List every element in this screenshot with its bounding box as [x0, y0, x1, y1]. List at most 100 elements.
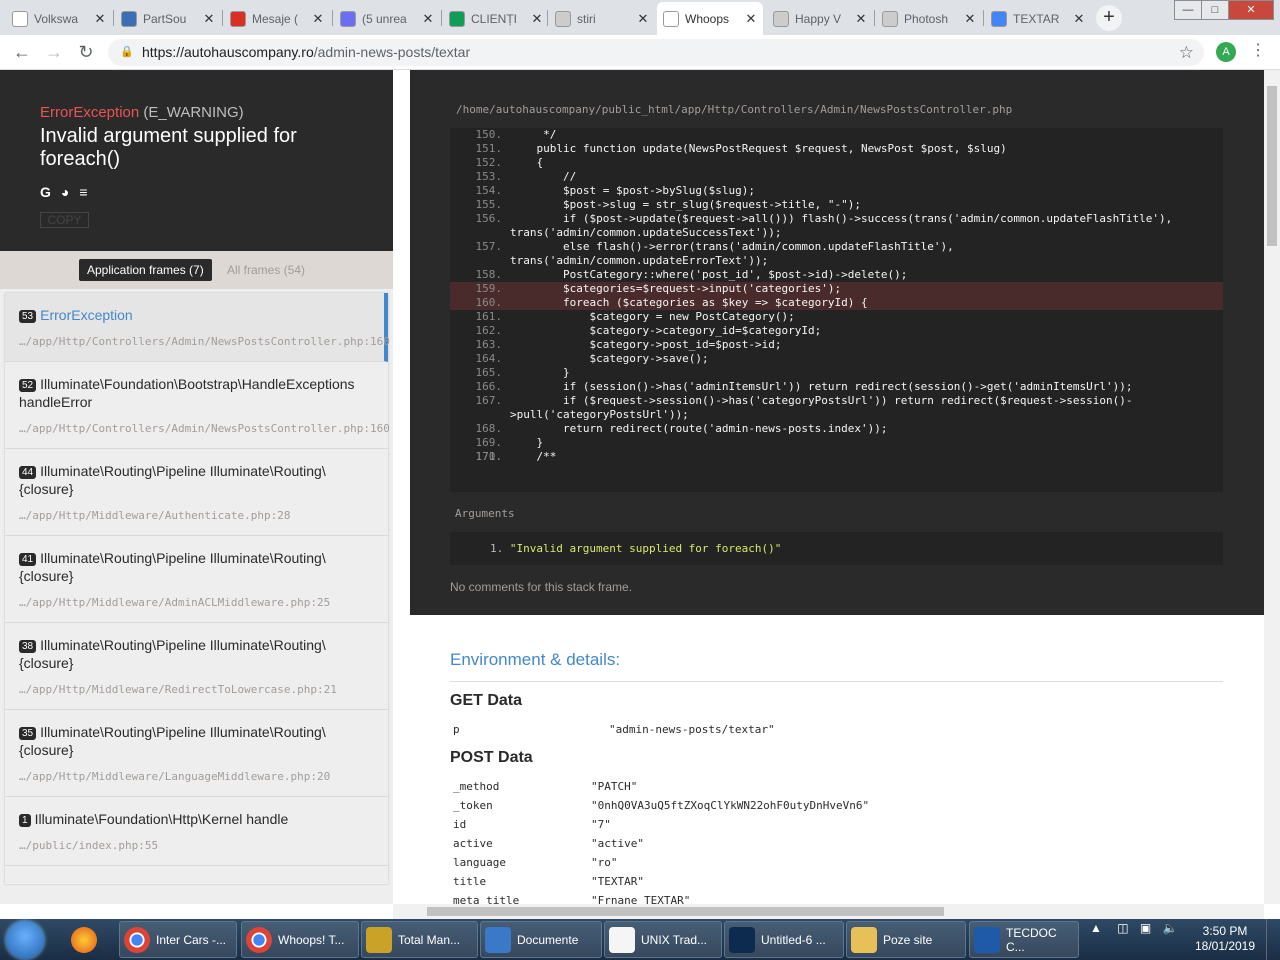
- vertical-scrollbar[interactable]: [1264, 70, 1280, 904]
- close-tab-icon[interactable]: ✕: [1071, 11, 1087, 27]
- start-button[interactable]: [6, 921, 44, 959]
- close-tab-icon[interactable]: ✕: [92, 11, 108, 27]
- network-icon[interactable]: ◫: [1117, 921, 1128, 935]
- tab-3[interactable]: (5 unrea ✕: [334, 2, 440, 35]
- taskbar-item[interactable]: UNIX Trad...: [604, 921, 722, 958]
- tab-4[interactable]: CLIENȚI ✕: [443, 2, 549, 35]
- stack-frame[interactable]: 53 ErrorException …/app/Http/Controllers/A…: [5, 293, 390, 362]
- close-tab-icon[interactable]: ✕: [962, 11, 978, 27]
- google-search-icon[interactable]: G: [40, 184, 51, 200]
- new-tab-button[interactable]: +: [1096, 5, 1122, 31]
- vw-icon: [12, 10, 28, 27]
- line-text: $categories=$request->input('categories'…: [510, 282, 842, 295]
- action-center-icon[interactable]: ▣: [1140, 921, 1151, 935]
- stack-frame[interactable]: 35 Illuminate\Routing\Pipeline Illuminate…: [5, 710, 388, 797]
- taskbar-item[interactable]: Documente: [480, 921, 602, 958]
- close-tab-icon[interactable]: ✕: [635, 11, 651, 27]
- close-tab-icon[interactable]: ✕: [529, 11, 545, 27]
- horizontal-scroll-thumb[interactable]: [427, 907, 944, 916]
- tab-separator: [113, 10, 114, 26]
- line-text: $category->save();: [510, 352, 709, 365]
- menu-icon[interactable]: ⋮: [1250, 40, 1266, 60]
- line-number: 152.: [475, 156, 503, 169]
- reload-icon[interactable]: ↻: [74, 40, 98, 64]
- maximize-button[interactable]: □: [1201, 0, 1229, 20]
- taskbar-clock[interactable]: 3:50 PM 18/01/2019: [1192, 924, 1258, 954]
- tab-0[interactable]: Volkswa ✕: [6, 2, 112, 35]
- stackoverflow-icon[interactable]: ≡: [79, 184, 87, 200]
- all-frames-filter[interactable]: All frames (54): [227, 259, 305, 281]
- taskbar-item[interactable]: TECDOC C...: [969, 921, 1079, 958]
- windows-taskbar: Inter Cars -... Whoops! T... Total Man... D…: [0, 919, 1280, 960]
- forward-icon[interactable]: →: [42, 40, 66, 64]
- taskbar-label: Total Man...: [398, 932, 461, 947]
- env-value: "7": [591, 818, 611, 831]
- firefox-pinned[interactable]: [66, 921, 110, 958]
- tab-5[interactable]: stiri ✕: [549, 2, 655, 35]
- taskbar-item[interactable]: Inter Cars -...: [119, 921, 237, 958]
- tab-8[interactable]: Photosh ✕: [876, 2, 982, 35]
- show-desktop-button[interactable]: [1266, 919, 1280, 960]
- mail-icon: [340, 10, 356, 27]
- tab-2[interactable]: Mesaje (✕: [224, 2, 330, 35]
- application-frames-filter[interactable]: Application frames (7): [79, 259, 212, 281]
- tab-6[interactable]: Whoops ✕: [657, 2, 763, 35]
- line-text: /**: [510, 450, 557, 463]
- chrome-icon: [246, 926, 272, 953]
- frame-class: Illuminate\Foundation\Http\Kernel handle: [34, 811, 289, 827]
- get-data-table: p "admin-news-posts/textar": [450, 720, 1223, 739]
- taskbar-label: TECDOC C...: [1006, 925, 1057, 954]
- taskbar-item[interactable]: Total Man...: [361, 921, 478, 958]
- frame-path: …/app/Http/Middleware/AdminACLMiddleware…: [19, 596, 331, 609]
- volume-icon[interactable]: 🔈: [1163, 921, 1178, 935]
- tab-1[interactable]: PartSou ✕: [115, 2, 221, 35]
- profile-avatar[interactable]: A: [1216, 42, 1236, 62]
- code-line: 154. $post = $post->bySlug($slug);: [450, 184, 1223, 198]
- line-text: return redirect(route('admin-news-posts.…: [510, 422, 888, 435]
- close-tab-icon[interactable]: ✕: [743, 11, 759, 27]
- exception-class: ErrorException (E_WARNING): [40, 104, 393, 121]
- close-tab-icon[interactable]: ✕: [853, 11, 869, 27]
- env-value: "ro": [591, 856, 618, 869]
- copy-button[interactable]: COPY: [40, 212, 89, 228]
- frame-number: 41: [19, 553, 37, 566]
- stack-frame[interactable]: 1 Illuminate\Foundation\Http\Kernel handl…: [5, 797, 388, 866]
- close-tab-icon[interactable]: ✕: [420, 11, 436, 27]
- env-key: _method: [453, 780, 500, 793]
- line-number: 167.: [475, 394, 503, 407]
- taskbar-item[interactable]: Poze site: [846, 921, 966, 958]
- stack-frame[interactable]: 44 Illuminate\Routing\Pipeline Illuminate…: [5, 449, 388, 536]
- close-tab-icon[interactable]: ✕: [201, 11, 217, 27]
- tab-7[interactable]: Happy V ✕: [767, 2, 873, 35]
- code-line: >pull('categoryPostsUrl'));: [450, 408, 1223, 422]
- close-tab-icon[interactable]: ✕: [310, 11, 326, 27]
- line-text: */: [510, 128, 557, 141]
- frame-filters: Application frames (7) All frames (54): [0, 251, 393, 289]
- back-icon[interactable]: ←: [10, 40, 34, 64]
- code-line: 151. public function update(NewsPostRequ…: [450, 142, 1223, 156]
- duckduckgo-icon[interactable]: ◕: [61, 184, 69, 200]
- minimize-button[interactable]: —: [1174, 0, 1202, 20]
- frame-number: 1: [19, 814, 31, 827]
- tray-arrow-icon[interactable]: ▲: [1090, 921, 1102, 935]
- tab-9[interactable]: TEXTAR ✕: [985, 2, 1091, 35]
- taskbar-label: UNIX Trad...: [641, 932, 708, 947]
- stack-frame[interactable]: 38 Illuminate\Routing\Pipeline Illuminate…: [5, 623, 388, 710]
- bookmark-star-icon[interactable]: ☆: [1179, 39, 1194, 66]
- tecdoc-icon: [974, 926, 1000, 953]
- stack-frame[interactable]: 41 Illuminate\Routing\Pipeline Illuminate…: [5, 536, 388, 623]
- search-links: G ◕ ≡: [40, 184, 393, 200]
- close-window-button[interactable]: ✕: [1228, 0, 1274, 20]
- horizontal-scrollbar[interactable]: [393, 904, 1264, 919]
- frame-number: 53: [19, 310, 37, 323]
- vertical-scroll-thumb[interactable]: [1267, 86, 1277, 246]
- line-number: 158.: [475, 268, 503, 281]
- taskbar-item[interactable]: Whoops! T...: [241, 921, 359, 958]
- taskbar-item[interactable]: Untitled-6 ...: [724, 921, 844, 958]
- frame-path: …/app/Http/Middleware/Authenticate.php:2…: [19, 509, 291, 522]
- stack-frame[interactable]: 52 Illuminate\Foundation\Bootstrap\Handle…: [5, 362, 390, 449]
- frame-number: 52: [19, 379, 37, 392]
- frame-class: Illuminate\Foundation\Bootstrap\HandleEx…: [19, 376, 355, 410]
- address-bar[interactable]: 🔒 https://autohauscompany.ro/admin-news-…: [108, 39, 1204, 66]
- tab-separator: [332, 10, 333, 26]
